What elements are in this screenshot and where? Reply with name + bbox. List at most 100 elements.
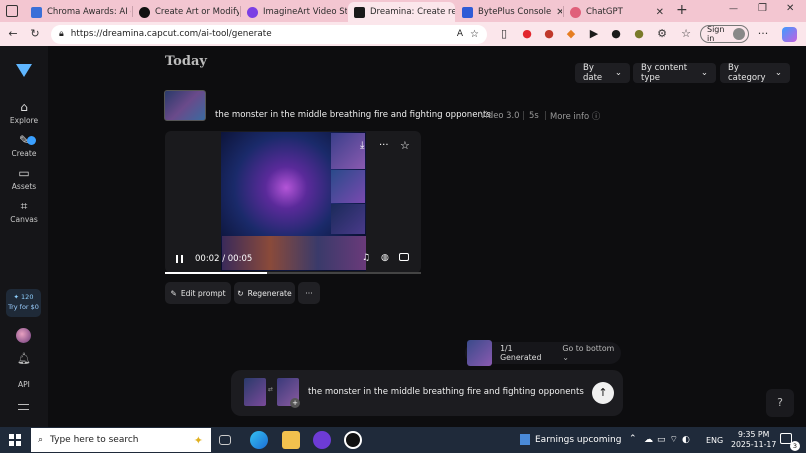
ext-dark-icon[interactable]: ● [609, 27, 623, 41]
add-image-icon[interactable]: + [290, 398, 300, 408]
ext-play-icon[interactable]: ▶ [587, 27, 601, 41]
prompt-thumb-1[interactable] [244, 378, 266, 406]
reference-thumbnail[interactable] [164, 90, 206, 121]
create-icon: ✎ [18, 133, 30, 147]
tab-view-icon[interactable]: ▯ [497, 27, 511, 41]
progress-fill [165, 272, 267, 274]
info-icon: ⓘ [591, 111, 601, 121]
avatar-icon [733, 28, 745, 40]
music-icon[interactable]: ♫ [362, 253, 370, 263]
filter-by-content-type[interactable]: By content type ⌄ [633, 63, 716, 83]
prompt-input[interactable]: the monster in the middle breathing fire… [308, 387, 584, 397]
swap-icon: ⇄ [268, 386, 274, 393]
avatar[interactable] [16, 328, 31, 343]
frame-strip-low [331, 204, 365, 234]
lock-icon: 🔒︎ [59, 29, 64, 39]
read-aloud-icon[interactable]: A [457, 29, 463, 39]
try-label: Try for $0 [8, 303, 39, 311]
tab-byteplus[interactable]: BytePlus Console ✕ [456, 2, 562, 22]
minimize-button[interactable]: — [729, 4, 738, 14]
clock[interactable]: 9:35 PM 2025-11-17 [731, 430, 776, 450]
chart-icon [520, 434, 530, 445]
more-options-icon[interactable]: ··· [756, 27, 770, 41]
address-bar[interactable]: 🔒︎ https://dreamina.capcut.com/ai-tool/g… [51, 24, 487, 44]
frame-strip-bottom [222, 236, 366, 270]
chevron-down-icon: ⌄ [700, 68, 708, 78]
task-view-icon[interactable] [219, 435, 231, 445]
bell-icon[interactable]: 🔔︎ [17, 352, 31, 365]
download-icon[interactable]: ⤓ [360, 140, 364, 151]
tab-favicon-icon [247, 6, 258, 18]
extensions-icon[interactable]: ⚙ [655, 27, 669, 41]
filter-by-date[interactable]: By date ⌄ [575, 63, 630, 83]
close-icon[interactable]: ✕ [656, 7, 664, 18]
sidebar-item-assets[interactable]: ▭ Assets [0, 166, 48, 191]
api-link[interactable]: API [18, 380, 30, 389]
opera-ext-icon[interactable]: ● [520, 27, 534, 41]
tab-chatgpt[interactable]: ChatGPT ✕ [564, 2, 670, 22]
volume-icon[interactable]: ◍ [381, 253, 389, 263]
sign-in-button[interactable]: Sign in [700, 25, 749, 43]
regenerate-button[interactable]: ↻ Regenerate [234, 282, 295, 304]
maximize-button[interactable]: ❐ [758, 3, 767, 14]
dreamina-logo-icon[interactable] [16, 64, 32, 77]
canvas-icon: ⌗ [20, 199, 28, 213]
sidebar-item-canvas[interactable]: ⌗ Canvas [0, 199, 48, 224]
new-tab-button[interactable]: + [676, 2, 688, 18]
tab-favicon-icon [31, 6, 42, 18]
sidebar-item-label: Assets [11, 182, 37, 191]
back-icon[interactable]: ← [6, 27, 20, 41]
tab-label: ChatGPT [586, 7, 623, 17]
taskbar-search[interactable]: ⌕ Type here to search ✦ [31, 428, 211, 452]
explorer-taskbar-icon[interactable] [282, 431, 300, 449]
pause-icon[interactable] [176, 255, 183, 263]
browser-menu-icon[interactable] [6, 5, 18, 17]
close-icon[interactable]: ✕ [556, 7, 562, 18]
credits-card[interactable]: ✦ 120 Try for $0 [6, 289, 41, 317]
tab-dreamina[interactable]: Dreamina: Create re ✕ [348, 2, 455, 22]
more-actions-button[interactable]: ··· [298, 282, 320, 304]
more-info-link[interactable]: More info ⓘ [550, 110, 600, 122]
duration-label: 5s [529, 110, 539, 120]
tab-create-art[interactable]: Create Art or Modify ✕ [133, 2, 239, 22]
submit-button[interactable]: ↑ [592, 382, 614, 404]
more-icon[interactable]: ··· [379, 140, 389, 151]
tab-label: Create Art or Modify [155, 7, 239, 17]
sidebar-item-label: Canvas [10, 215, 38, 224]
app-purple-taskbar-icon[interactable] [313, 431, 331, 449]
filter-by-category[interactable]: By category ⌄ [720, 63, 790, 83]
fullscreen-icon[interactable] [399, 253, 409, 261]
go-to-bottom-link[interactable]: Go to bottom ⌄ [562, 344, 621, 362]
copilot-icon[interactable] [782, 27, 797, 42]
url-text: https://dreamina.capcut.com/ai-tool/gene… [70, 29, 272, 39]
language-indicator[interactable]: ENG [706, 436, 723, 445]
clock-time: 9:35 PM [737, 430, 770, 439]
ext-palette-icon[interactable]: ● [632, 27, 646, 41]
help-icon[interactable]: ? [766, 389, 794, 417]
tray-chevron-icon[interactable]: ⌃ [629, 434, 637, 444]
tab-label: Chroma Awards: AI c [47, 7, 131, 17]
favorite-star-icon[interactable]: ☆ [470, 29, 479, 40]
time-display: 00:02 / 00:05 [195, 254, 253, 264]
tab-chroma-awards[interactable]: Chroma Awards: AI c ✕ [25, 2, 131, 22]
close-window-button[interactable]: ✕ [786, 3, 794, 14]
edit-prompt-button[interactable]: ✎ Edit prompt [165, 282, 231, 304]
app-record-taskbar-icon[interactable] [344, 431, 362, 449]
sidebar-item-explore[interactable]: ⌂ Explore [0, 100, 48, 125]
sidebar-item-create[interactable]: ✎ Create [0, 133, 48, 158]
star-icon[interactable]: ☆ [400, 139, 410, 152]
ext-fox-icon[interactable]: ◆ [564, 27, 578, 41]
windows-start-icon[interactable] [9, 434, 21, 446]
favorites-icon[interactable]: ☆ [679, 27, 693, 41]
tab-imagineart[interactable]: ImagineArt Video St ✕ [241, 2, 347, 22]
refresh-icon[interactable]: ↻ [28, 27, 42, 41]
news-widget[interactable]: Earnings upcoming [520, 434, 621, 445]
edge-taskbar-icon[interactable] [250, 431, 268, 449]
ext-apple-icon[interactable]: ● [542, 27, 556, 41]
menu-icon[interactable] [18, 404, 29, 410]
tab-label: Dreamina: Create re [370, 7, 455, 17]
generated-pill[interactable]: 1/1 Generated Go to bottom ⌄ [465, 340, 621, 366]
refresh-icon: ↻ [237, 288, 244, 298]
tray-icons[interactable]: ☁▭⌔◐ [644, 434, 694, 445]
prompt-title: the monster in the middle breathing fire… [215, 110, 491, 120]
